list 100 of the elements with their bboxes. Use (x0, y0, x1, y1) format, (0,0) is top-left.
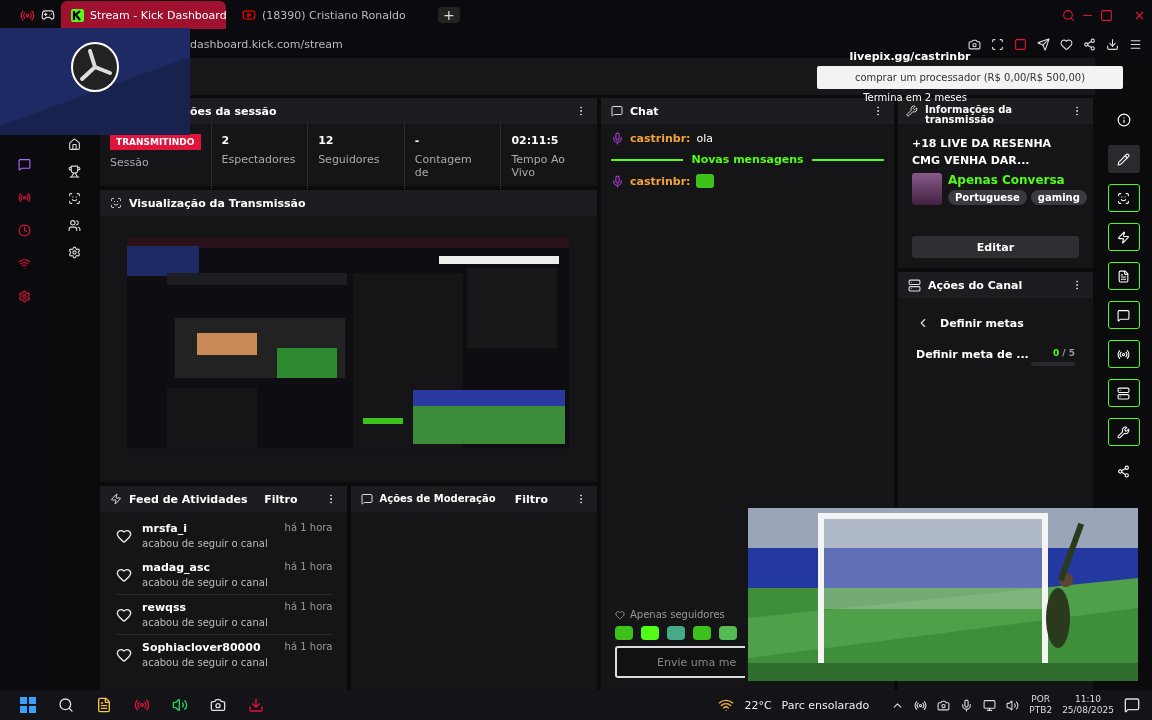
wrench-icon (906, 105, 918, 117)
chat-icon (1117, 308, 1130, 322)
camera-button[interactable] (1107, 184, 1140, 212)
address-field[interactable]: dashboard.kick.com/stream (190, 37, 958, 51)
filter-button[interactable]: Filtro (264, 492, 298, 506)
stat-label: Contagem de (414, 153, 473, 179)
stat-value: 12 (318, 134, 335, 147)
edit-button[interactable]: Editar (912, 236, 1079, 258)
panel-title: Ações de Moderação (379, 494, 497, 504)
search-icon[interactable] (58, 697, 74, 713)
goal-total: / 5 (1062, 348, 1075, 358)
home-icon[interactable] (67, 138, 81, 151)
bolt-icon (110, 493, 122, 505)
filter-button[interactable]: Filtro (514, 492, 548, 506)
emote-icon[interactable] (615, 626, 633, 640)
language[interactable]: POR (1031, 693, 1051, 705)
new-messages-divider: Novas mensagens (691, 153, 804, 166)
logo-icon (70, 40, 120, 93)
panel-title: ões da sessão (190, 105, 278, 117)
extension-icon[interactable] (1014, 37, 1027, 51)
clock-date[interactable]: 25/08/2025 (1062, 705, 1114, 717)
video-icon (242, 8, 256, 22)
broadcast-icon (1117, 347, 1130, 361)
panel-title: Informações da transmissão (925, 105, 1014, 125)
bolt-button[interactable] (1107, 223, 1140, 251)
chat-icon (611, 105, 623, 117)
notes-button[interactable] (1107, 262, 1140, 290)
edit-tool-button[interactable] (1107, 145, 1140, 173)
stat-label: Seguidores (318, 153, 381, 166)
wrench-button[interactable] (1107, 418, 1140, 446)
network-icon[interactable] (983, 698, 997, 712)
wifi-icon[interactable] (17, 257, 31, 270)
send-icon[interactable] (1037, 37, 1050, 51)
username: Sophiaclover80000 (142, 641, 262, 654)
document-icon (1117, 269, 1130, 283)
username: madag_asc (142, 561, 212, 574)
category-link[interactable]: Apenas Conversa (948, 173, 1087, 187)
donation-goal: comprar um processador (R$ 0,00/R$ 500,00) (817, 66, 1123, 89)
activity-text: acabou de seguir o canal (142, 577, 268, 588)
emote-icon[interactable] (667, 626, 685, 640)
radio-icon[interactable] (17, 191, 31, 204)
stat-label: Espectadores (221, 153, 294, 166)
trophy-icon[interactable] (67, 165, 81, 178)
activity-text: acabou de seguir o canal (142, 657, 268, 668)
broadcast-button[interactable] (1107, 340, 1140, 368)
chat-input[interactable]: Envie uma me (615, 646, 745, 678)
snapshot-icon[interactable] (991, 37, 1004, 51)
username: castrinbr: (630, 174, 691, 188)
emote-icon[interactable] (693, 626, 711, 640)
message-text: ola (696, 132, 713, 145)
panel-title: Feed de Atividades (129, 493, 249, 505)
bolt-icon (1117, 230, 1130, 244)
clock-time[interactable]: 11:10 (1075, 693, 1102, 705)
goal-label: Definir meta de ... (916, 348, 1029, 361)
heart-icon[interactable] (1060, 37, 1073, 51)
username: mrsfa_i (142, 522, 188, 535)
emote-icon[interactable] (641, 626, 659, 640)
download-icon[interactable] (1106, 37, 1119, 51)
tag[interactable]: gaming (1030, 190, 1087, 205)
info-icon (1116, 113, 1131, 127)
timestamp: há 1 hora (284, 641, 333, 654)
activity-text: acabou de seguir o canal (142, 617, 268, 628)
temperature: 22°C (744, 698, 772, 712)
keyboard-layout[interactable]: PTB2 (1029, 705, 1053, 717)
server-button[interactable] (1107, 379, 1140, 407)
channel-icon (908, 278, 921, 292)
mic-icon[interactable] (960, 698, 974, 712)
gamepad-icon[interactable] (41, 8, 55, 22)
start-icon[interactable] (20, 697, 36, 713)
followers-only-label: Apenas seguidores (630, 609, 725, 620)
k-logo-icon (71, 8, 84, 22)
username: rewqss (142, 601, 188, 614)
stat-label: Tempo Ao Vivo (511, 153, 566, 179)
new-tab-button[interactable]: + (438, 7, 460, 23)
record-icon[interactable] (914, 698, 928, 712)
panel-title: Chat (630, 105, 660, 117)
app-icon[interactable] (248, 697, 264, 713)
users-icon[interactable] (67, 219, 81, 232)
weather-text: Parc ensolarado (781, 698, 870, 712)
tag[interactable]: Portuguese (948, 190, 1027, 205)
goal-current: 0 (1053, 348, 1060, 358)
goal-deadline: Termina em 2 meses (863, 92, 967, 103)
menu-icon[interactable] (1129, 37, 1142, 51)
frame-icon (1117, 191, 1130, 205)
chat-button[interactable] (1107, 301, 1140, 329)
volume-icon[interactable] (1006, 698, 1020, 712)
browser-tab[interactable]: Stream - Kick Dashboard (61, 1, 226, 29)
stat-value: - (414, 134, 421, 147)
timestamp: há 1 hora (284, 601, 333, 614)
clock-icon[interactable] (17, 224, 31, 237)
panel-title: Ações do Canal (928, 279, 1024, 291)
messenger-icon[interactable] (17, 158, 31, 171)
pencil-icon (1117, 152, 1130, 166)
notification-icon[interactable] (1124, 697, 1140, 713)
browser-tab[interactable]: (18390) Cristiano Ronaldo (232, 1, 432, 29)
panel-title: Visualização da Transmissão (129, 197, 307, 209)
activity-text: acabou de seguir o canal (142, 538, 268, 549)
emote-icon[interactable] (719, 626, 737, 640)
maximize-icon[interactable] (1100, 8, 1113, 22)
emote-icon (696, 174, 715, 188)
